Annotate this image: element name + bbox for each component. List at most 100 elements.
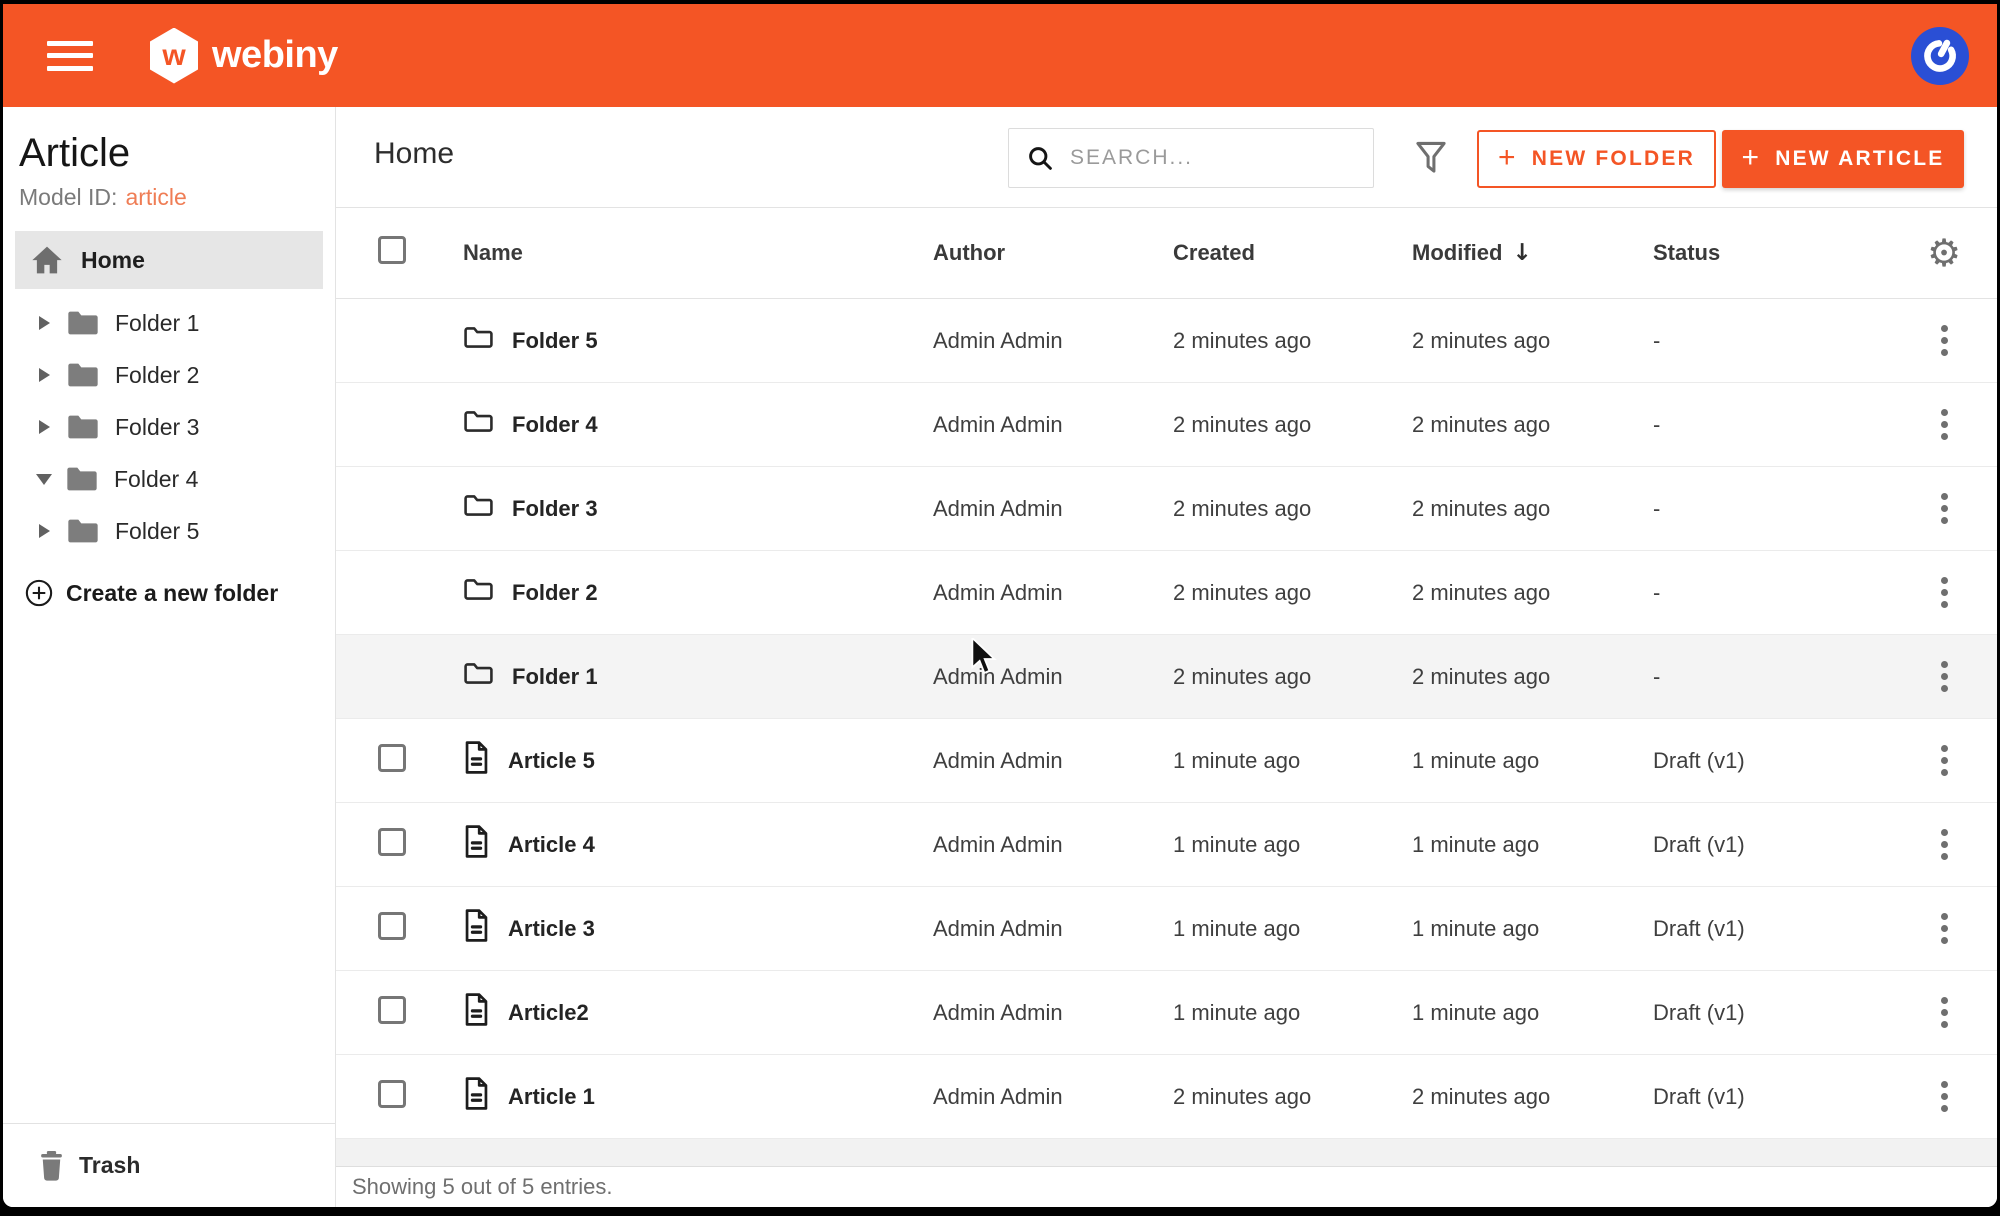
row-checkbox[interactable] xyxy=(378,1080,406,1108)
entry-author: Admin Admin xyxy=(933,496,1173,522)
folder-icon xyxy=(463,324,494,357)
column-header-created[interactable]: Created xyxy=(1173,240,1412,266)
table-settings-gear-icon[interactable]: ⚙ xyxy=(1891,234,1997,272)
search-box xyxy=(1008,128,1374,188)
entry-created: 1 minute ago xyxy=(1173,748,1412,774)
row-checkbox[interactable] xyxy=(378,828,406,856)
entry-author: Admin Admin xyxy=(933,328,1173,354)
new-folder-button[interactable]: + NEW FOLDER xyxy=(1477,130,1716,188)
entry-status: Draft (v1) xyxy=(1653,1000,1891,1026)
entry-name: Folder 2 xyxy=(512,580,598,606)
row-checkbox[interactable] xyxy=(378,912,406,940)
folder-icon xyxy=(67,362,99,388)
table-row[interactable]: Folder 1 Admin Admin 2 minutes ago 2 min… xyxy=(336,635,1997,719)
row-actions-kebab-icon[interactable] xyxy=(1891,409,1997,440)
create-new-folder-button[interactable]: Create a new folder xyxy=(3,579,335,607)
folder-icon xyxy=(463,492,494,525)
select-all-checkbox[interactable] xyxy=(378,236,406,264)
user-avatar[interactable] xyxy=(1911,27,1969,85)
table-row[interactable]: Article 3 Admin Admin 1 minute ago 1 min… xyxy=(336,887,1997,971)
webiny-hexagon-icon: w xyxy=(150,28,198,84)
entry-status: Draft (v1) xyxy=(1653,748,1891,774)
caret-icon[interactable] xyxy=(36,474,52,485)
row-actions-kebab-icon[interactable] xyxy=(1891,661,1997,692)
table-row[interactable]: Folder 2 Admin Admin 2 minutes ago 2 min… xyxy=(336,551,1997,635)
entries-footer: Showing 5 out of 5 entries. xyxy=(336,1167,1997,1207)
document-icon xyxy=(463,993,490,1032)
entry-name: Article2 xyxy=(508,1000,589,1026)
entry-author: Admin Admin xyxy=(933,916,1173,942)
row-actions-kebab-icon[interactable] xyxy=(1891,493,1997,524)
entry-created: 2 minutes ago xyxy=(1173,664,1412,690)
create-folder-label: Create a new folder xyxy=(66,580,278,607)
table-row[interactable]: Folder 4 Admin Admin 2 minutes ago 2 min… xyxy=(336,383,1997,467)
sort-desc-icon: ↓ xyxy=(1512,240,1531,266)
entry-author: Admin Admin xyxy=(933,832,1173,858)
column-header-status[interactable]: Status xyxy=(1653,240,1891,266)
row-actions-kebab-icon[interactable] xyxy=(1891,745,1997,776)
entries-count-text: Showing 5 out of 5 entries. xyxy=(352,1174,613,1200)
row-actions-kebab-icon[interactable] xyxy=(1891,577,1997,608)
folder-icon xyxy=(463,660,494,693)
entry-name: Folder 4 xyxy=(512,412,598,438)
main-content: Home + NEW FOLDER + xyxy=(336,107,1997,1207)
column-header-name[interactable]: Name xyxy=(463,240,933,266)
row-checkbox[interactable] xyxy=(378,744,406,772)
sidebar-folder-item-5[interactable]: Folder 5 xyxy=(3,505,335,557)
sidebar-folder-item-2[interactable]: Folder 2 xyxy=(3,349,335,401)
table-row[interactable]: Article 4 Admin Admin 1 minute ago 1 min… xyxy=(336,803,1997,887)
home-icon xyxy=(31,246,63,274)
entry-name: Article 3 xyxy=(508,916,595,942)
caret-icon[interactable] xyxy=(39,316,50,330)
folder-label: Folder 5 xyxy=(115,518,199,545)
entry-modified: 1 minute ago xyxy=(1412,916,1653,942)
sidebar-item-home[interactable]: Home xyxy=(15,231,323,289)
row-actions-kebab-icon[interactable] xyxy=(1891,1081,1997,1112)
entry-status: - xyxy=(1653,496,1891,522)
sidebar-item-trash[interactable]: Trash xyxy=(3,1123,335,1207)
screen: w webiny Article Model ID:article xyxy=(0,0,2000,1216)
entry-created: 2 minutes ago xyxy=(1173,1084,1412,1110)
hamburger-menu-icon[interactable] xyxy=(47,41,95,71)
row-actions-kebab-icon[interactable] xyxy=(1891,829,1997,860)
entry-modified: 2 minutes ago xyxy=(1412,412,1653,438)
new-article-label: NEW ARTICLE xyxy=(1775,147,1944,171)
table-row[interactable]: Article 5 Admin Admin 1 minute ago 1 min… xyxy=(336,719,1997,803)
folder-tree: Folder 1 Folder 2 Folder 3 Folder 4 xyxy=(3,297,335,557)
table-row[interactable]: Folder 5 Admin Admin 2 minutes ago 2 min… xyxy=(336,299,1997,383)
table-header: Name Author Created Modified↓ Status ⚙ xyxy=(336,208,1997,299)
entry-created: 2 minutes ago xyxy=(1173,412,1412,438)
entry-status: - xyxy=(1653,664,1891,690)
sidebar: Article Model ID:article Home Folder 1 xyxy=(3,107,336,1207)
filter-button[interactable] xyxy=(1415,140,1447,179)
document-icon xyxy=(463,741,490,780)
sidebar-folder-item-1[interactable]: Folder 1 xyxy=(3,297,335,349)
row-actions-kebab-icon[interactable] xyxy=(1891,997,1997,1028)
entry-modified: 2 minutes ago xyxy=(1412,580,1653,606)
entry-author: Admin Admin xyxy=(933,580,1173,606)
plus-icon: + xyxy=(1498,141,1518,175)
new-folder-label: NEW FOLDER xyxy=(1532,147,1695,171)
table-row[interactable]: Article2 Admin Admin 1 minute ago 1 minu… xyxy=(336,971,1997,1055)
sidebar-folder-item-3[interactable]: Folder 3 xyxy=(3,401,335,453)
row-actions-kebab-icon[interactable] xyxy=(1891,913,1997,944)
column-header-modified[interactable]: Modified↓ xyxy=(1412,240,1653,266)
entry-created: 1 minute ago xyxy=(1173,832,1412,858)
plus-circle-icon xyxy=(25,579,53,607)
row-checkbox[interactable] xyxy=(378,996,406,1024)
entry-modified: 2 minutes ago xyxy=(1412,1084,1653,1110)
sidebar-folder-item-4[interactable]: Folder 4 xyxy=(3,453,335,505)
caret-icon[interactable] xyxy=(39,368,50,382)
caret-icon[interactable] xyxy=(39,524,50,538)
caret-icon[interactable] xyxy=(39,420,50,434)
table-row[interactable]: Article 1 Admin Admin 2 minutes ago 2 mi… xyxy=(336,1055,1997,1139)
entry-status: - xyxy=(1653,580,1891,606)
entry-name: Folder 3 xyxy=(512,496,598,522)
row-actions-kebab-icon[interactable] xyxy=(1891,325,1997,356)
new-article-button[interactable]: + NEW ARTICLE xyxy=(1722,130,1964,188)
table-row[interactable]: Folder 3 Admin Admin 2 minutes ago 2 min… xyxy=(336,467,1997,551)
document-icon xyxy=(463,825,490,864)
search-input[interactable] xyxy=(1070,129,1373,187)
column-header-author[interactable]: Author xyxy=(933,240,1173,266)
entry-author: Admin Admin xyxy=(933,1000,1173,1026)
